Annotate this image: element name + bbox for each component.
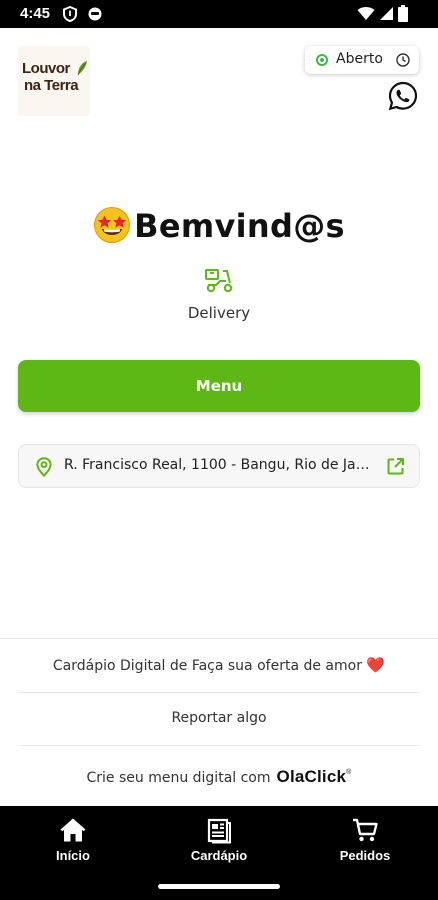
- logo-text-line2: na Terra: [24, 77, 79, 94]
- service-type-label: Delivery: [187, 304, 251, 322]
- nav-item-cardapio[interactable]: Cardápio: [164, 816, 274, 863]
- nav-label-inicio: Início: [56, 848, 90, 863]
- footer-digital-menu-text: Cardápio Digital de Faça sua oferta de a…: [52, 658, 362, 674]
- external-link-icon[interactable]: [386, 457, 405, 476]
- report-link[interactable]: Reportar algo: [0, 710, 438, 726]
- nav-label-pedidos: Pedidos: [339, 848, 391, 863]
- footer-top-divider: [0, 638, 438, 639]
- wifi-icon: [357, 7, 375, 20]
- gesture-home-bar[interactable]: [158, 884, 280, 889]
- leaf-icon: [77, 61, 87, 76]
- open-status-badge[interactable]: Aberto: [305, 46, 419, 74]
- restaurant-logo: Louvor na Terra: [18, 46, 90, 116]
- powered-by-line[interactable]: Crie seu menu digital com OlaClick®: [0, 767, 438, 787]
- bottom-navigation: Início Cardápio Pedidos: [0, 806, 438, 900]
- olaclick-registered-mark: ®: [346, 769, 352, 776]
- open-status-dot: [316, 54, 328, 66]
- logo-text-line1: Louvor: [22, 60, 70, 77]
- clock-icon: [396, 53, 410, 67]
- address-card[interactable]: R. Francisco Real, 1100 - Bangu, Rio de …: [18, 444, 420, 488]
- battery-icon: [398, 5, 408, 22]
- footer-divider: [18, 745, 420, 746]
- nav-label-cardapio: Cardápio: [190, 848, 248, 863]
- olaclick-brand-text: OlaClick: [276, 767, 347, 786]
- address-text: R. Francisco Real, 1100 - Bangu, Rio de …: [64, 457, 376, 473]
- scooter-icon: [205, 269, 233, 293]
- status-time: 4:45: [20, 5, 51, 22]
- welcome-title-row: Bemvind@s: [0, 206, 438, 245]
- nav-item-inicio[interactable]: Início: [18, 816, 128, 863]
- menu-button[interactable]: Menu: [18, 360, 420, 412]
- signal-icon: [380, 7, 393, 20]
- circle-icon: [88, 7, 102, 21]
- shield-icon: [63, 6, 77, 22]
- location-pin-icon: [36, 457, 52, 477]
- status-bar: 4:45: [0, 0, 438, 28]
- nav-item-pedidos[interactable]: Pedidos: [310, 816, 420, 863]
- open-status-label: Aberto: [336, 51, 383, 67]
- home-icon: [60, 818, 86, 842]
- welcome-title: Bemvind@s: [134, 207, 345, 245]
- footer-divider: [18, 692, 420, 693]
- star-struck-emoji: [94, 207, 131, 243]
- heart-emoji: ❤️: [366, 656, 386, 674]
- menu-book-icon: [207, 818, 231, 844]
- whatsapp-icon[interactable]: [387, 80, 419, 112]
- powered-by-text: Crie seu menu digital com: [86, 770, 271, 786]
- footer-digital-menu-line: Cardápio Digital de Faça sua oferta de a…: [0, 656, 438, 674]
- cart-icon: [353, 818, 378, 842]
- olaclick-logo: OlaClick®: [277, 767, 352, 786]
